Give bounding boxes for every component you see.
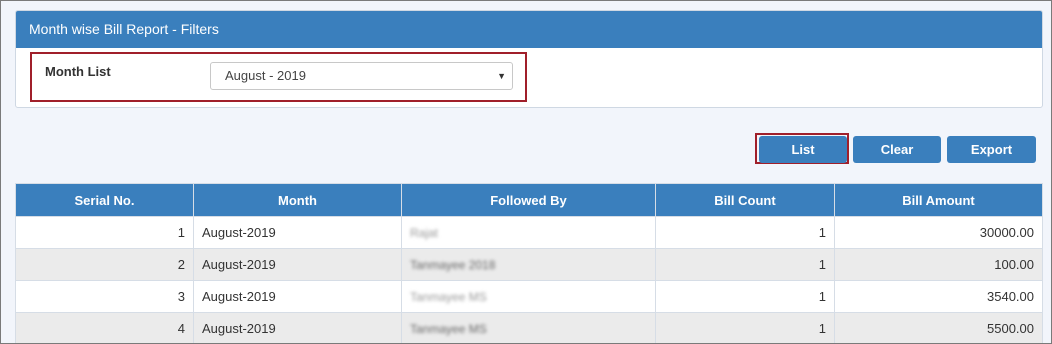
cell-bill-count: 1	[655, 312, 835, 343]
month-select[interactable]: August - 2019 ▼	[210, 62, 513, 90]
followed-by-text: Tanmayee MS	[410, 322, 487, 336]
cell-followed-by: Rajat	[401, 216, 656, 249]
cell-followed-by: Tanmayee 2018	[401, 248, 656, 281]
cell-bill-amount: 3540.00	[834, 280, 1043, 313]
cell-serial: 4	[15, 312, 194, 343]
col-serial-no[interactable]: Serial No.	[15, 183, 194, 217]
month-filter-row: Month List August - 2019 ▼	[30, 52, 527, 102]
cell-followed-by: Tanmayee MS	[401, 312, 656, 343]
table-row: 4 August-2019 Tanmayee MS 1 5500.00	[15, 312, 1043, 343]
filters-panel: Month wise Bill Report - Filters Month L…	[15, 10, 1043, 108]
cell-bill-count: 1	[655, 280, 835, 313]
list-button[interactable]: List	[759, 136, 847, 163]
cell-month: August-2019	[193, 248, 402, 281]
table-row: 3 August-2019 Tanmayee MS 1 3540.00	[15, 280, 1043, 313]
col-followed-by[interactable]: Followed By	[401, 183, 656, 217]
col-bill-amount[interactable]: Bill Amount	[834, 183, 1043, 217]
cell-bill-count: 1	[655, 216, 835, 249]
clear-button[interactable]: Clear	[853, 136, 941, 163]
col-month[interactable]: Month	[193, 183, 402, 217]
export-button[interactable]: Export	[947, 136, 1036, 163]
chevron-down-icon: ▼	[497, 71, 506, 81]
cell-followed-by: Tanmayee MS	[401, 280, 656, 313]
cell-serial: 2	[15, 248, 194, 281]
report-window: Month wise Bill Report - Filters Month L…	[0, 0, 1052, 344]
cell-serial: 1	[15, 216, 194, 249]
cell-month: August-2019	[193, 312, 402, 343]
panel-title: Month wise Bill Report - Filters	[16, 11, 1042, 48]
cell-month: August-2019	[193, 280, 402, 313]
table-row: 2 August-2019 Tanmayee 2018 1 100.00	[15, 248, 1043, 281]
cell-month: August-2019	[193, 216, 402, 249]
cell-bill-count: 1	[655, 248, 835, 281]
followed-by-text: Tanmayee MS	[410, 290, 487, 304]
cell-bill-amount: 5500.00	[834, 312, 1043, 343]
followed-by-text: Tanmayee 2018	[410, 258, 496, 272]
table-row: 1 August-2019 Rajat 1 30000.00	[15, 216, 1043, 249]
month-list-label: Month List	[45, 64, 111, 79]
table-header-row: Serial No. Month Followed By Bill Count …	[15, 183, 1043, 217]
cell-bill-amount: 100.00	[834, 248, 1043, 281]
month-select-value: August - 2019	[225, 68, 306, 83]
col-bill-count[interactable]: Bill Count	[655, 183, 835, 217]
followed-by-text: Rajat	[410, 226, 439, 240]
cell-serial: 3	[15, 280, 194, 313]
cell-bill-amount: 30000.00	[834, 216, 1043, 249]
bill-report-table: Serial No. Month Followed By Bill Count …	[15, 183, 1043, 343]
